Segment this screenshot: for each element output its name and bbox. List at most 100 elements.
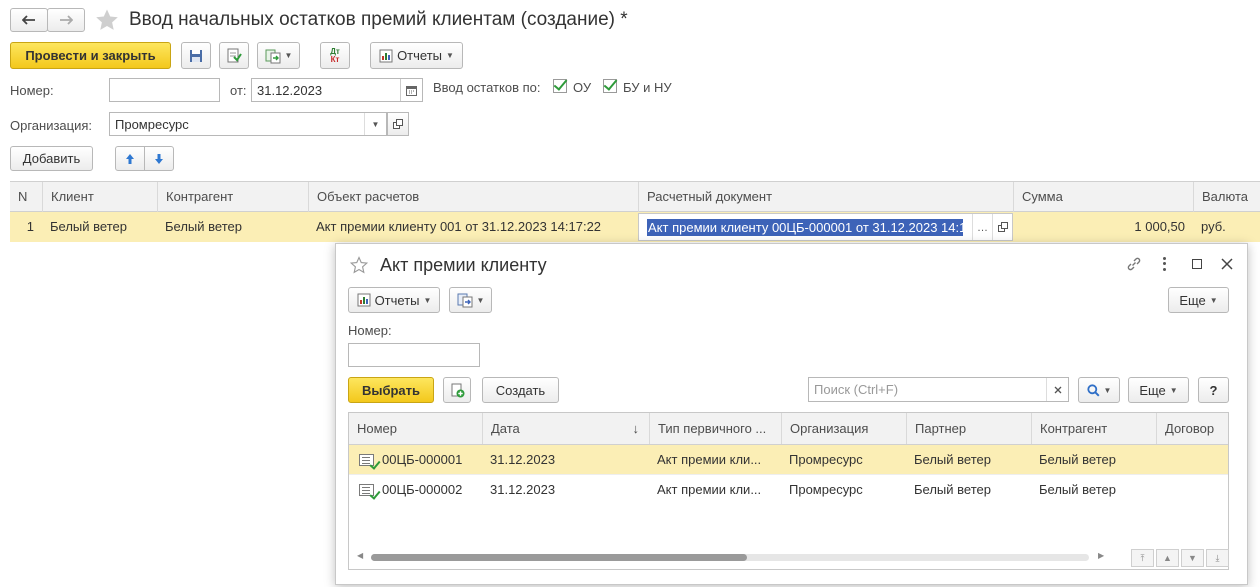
posted-document-icon — [359, 454, 374, 466]
date-input[interactable]: 31.12.2023 — [251, 78, 423, 102]
save-button[interactable] — [181, 42, 211, 69]
cell-type: Акт премии кли... — [657, 482, 762, 497]
clear-icon — [1054, 386, 1061, 393]
horizontal-scrollbar[interactable] — [371, 554, 1089, 561]
column-organization[interactable]: Организация — [781, 413, 906, 444]
column-n[interactable]: N — [10, 182, 42, 212]
scroll-to-top-button[interactable]: ⤒ — [1131, 549, 1154, 567]
favorite-star-icon[interactable] — [350, 256, 368, 274]
popup-more-button[interactable]: Еще ▼ — [1128, 377, 1189, 403]
post-and-close-button[interactable]: Провести и закрыть — [10, 42, 171, 69]
scroll-to-bottom-button[interactable]: ⤓ — [1206, 549, 1229, 567]
cell-date: 31.12.2023 — [490, 452, 556, 467]
open-form-icon — [393, 119, 403, 129]
favorite-star-icon[interactable] — [95, 8, 119, 32]
bu-nu-checkbox[interactable] — [603, 79, 617, 93]
search-clear-button[interactable] — [1046, 378, 1068, 401]
close-icon[interactable] — [1221, 258, 1233, 270]
arrow-left-icon — [22, 15, 35, 25]
reports-button[interactable]: Отчеты ▼ — [370, 42, 463, 69]
popup-add-button[interactable] — [443, 377, 471, 403]
search-button[interactable]: ▼ — [1078, 377, 1120, 403]
document-open-button[interactable] — [992, 214, 1012, 240]
arrow-right-icon — [60, 15, 73, 25]
dropdown-caret-icon: ▼ — [1169, 385, 1178, 395]
add-document-icon — [451, 383, 464, 397]
dropdown-caret-icon: ▼ — [476, 295, 485, 305]
cell-currency[interactable]: руб. — [1193, 212, 1260, 242]
maximize-icon[interactable] — [1192, 259, 1202, 269]
column-number[interactable]: Номер — [349, 413, 482, 444]
popup-create-based-on-button[interactable]: ▼ — [449, 287, 492, 313]
cell-object[interactable]: Акт премии клиенту 001 от 31.12.2023 14:… — [308, 212, 638, 242]
scrollbar-thumb[interactable] — [371, 554, 747, 561]
column-sum[interactable]: Сумма — [1013, 182, 1193, 212]
scroll-right-icon[interactable]: ▶ — [1098, 551, 1104, 560]
bu-nu-label: БУ и НУ — [623, 80, 672, 95]
forward-button[interactable] — [47, 8, 85, 32]
ou-label: ОУ — [573, 80, 592, 95]
number-input[interactable] — [109, 78, 220, 102]
create-based-on-button[interactable]: ▼ — [257, 42, 300, 69]
table-header: N Клиент Контрагент Объект расчетов Расч… — [10, 181, 1260, 212]
popup-more-button-top[interactable]: Еще ▼ — [1168, 287, 1229, 313]
back-button[interactable] — [10, 8, 48, 32]
ou-checkbox[interactable] — [553, 79, 567, 93]
organization-open-button[interactable] — [387, 112, 409, 136]
popup-reports-button[interactable]: Отчеты ▼ — [348, 287, 440, 313]
more-menu-icon[interactable] — [1162, 256, 1166, 272]
column-counterparty[interactable]: Контрагент — [157, 182, 308, 212]
cell-contract — [1156, 475, 1228, 504]
column-counterparty[interactable]: Контрагент — [1031, 413, 1156, 444]
cell-client[interactable]: Белый ветер — [42, 212, 157, 242]
column-contract[interactable]: Договор — [1156, 413, 1228, 444]
column-client[interactable]: Клиент — [42, 182, 157, 212]
dt-kt-button[interactable]: Дт Кт — [320, 42, 350, 69]
popup-number-label: Номер: — [348, 323, 392, 338]
cell-counterparty: Белый ветер — [1039, 452, 1116, 467]
column-document[interactable]: Расчетный документ — [638, 182, 1013, 212]
date-label: от: — [230, 83, 247, 98]
popup-number-input[interactable] — [348, 343, 480, 367]
scroll-up-button[interactable]: ▲ — [1156, 549, 1179, 567]
scroll-left-icon[interactable]: ◀ — [357, 551, 363, 560]
cell-number: 00ЦБ-000001 — [382, 452, 463, 467]
link-icon[interactable] — [1126, 256, 1142, 272]
list-item[interactable]: 00ЦБ-000001 31.12.2023 Акт премии кли...… — [349, 445, 1228, 474]
create-button[interactable]: Создать — [482, 377, 559, 403]
column-type[interactable]: Тип первичного ... — [649, 413, 781, 444]
table-row[interactable]: 1 Белый ветер Белый ветер Акт премии кли… — [10, 212, 1260, 242]
create-based-on-icon — [457, 293, 473, 308]
date-value: 31.12.2023 — [257, 82, 323, 98]
calendar-button[interactable] — [400, 79, 422, 101]
move-down-button[interactable] — [144, 146, 174, 171]
help-button[interactable]: ? — [1198, 377, 1229, 403]
search-input[interactable]: Поиск (Ctrl+F) — [808, 377, 1069, 402]
dropdown-caret-icon: ▼ — [1209, 295, 1218, 305]
more-label: Еще — [1179, 292, 1206, 308]
select-button[interactable]: Выбрать — [348, 377, 434, 403]
cell-organization: Промресурс — [789, 482, 863, 497]
organization-input[interactable]: Промресурс ▼ — [109, 112, 387, 136]
popup-reports-label: Отчеты — [374, 292, 420, 308]
move-up-button[interactable] — [115, 146, 145, 171]
post-button[interactable] — [219, 42, 249, 69]
document-selected-text[interactable]: Акт премии клиенту 00ЦБ-000001 от 31.12.… — [647, 219, 963, 236]
column-object[interactable]: Объект расчетов — [308, 182, 638, 212]
document-cell-editor[interactable]: Акт премии клиенту 00ЦБ-000001 от 31.12.… — [638, 213, 1013, 241]
post-document-icon — [227, 48, 242, 62]
organization-dropdown-button[interactable]: ▼ — [364, 113, 386, 135]
cell-sum[interactable]: 1 000,50 — [1013, 212, 1193, 242]
scroll-down-button[interactable]: ▼ — [1181, 549, 1204, 567]
posted-document-icon — [359, 484, 374, 496]
column-partner[interactable]: Партнер — [906, 413, 1031, 444]
popup-list-header: Номер Дата ↓ Тип первичного ... Организа… — [349, 413, 1228, 445]
column-date[interactable]: Дата ↓ — [482, 413, 649, 444]
add-button[interactable]: Добавить — [10, 146, 93, 171]
cell-counterparty[interactable]: Белый ветер — [157, 212, 308, 242]
list-item[interactable]: 00ЦБ-000002 31.12.2023 Акт премии кли...… — [349, 474, 1228, 503]
document-select-button[interactable]: … — [972, 214, 992, 240]
report-icon — [357, 293, 371, 307]
dropdown-caret-icon: ▼ — [1103, 385, 1112, 395]
column-currency[interactable]: Валюта — [1193, 182, 1260, 212]
